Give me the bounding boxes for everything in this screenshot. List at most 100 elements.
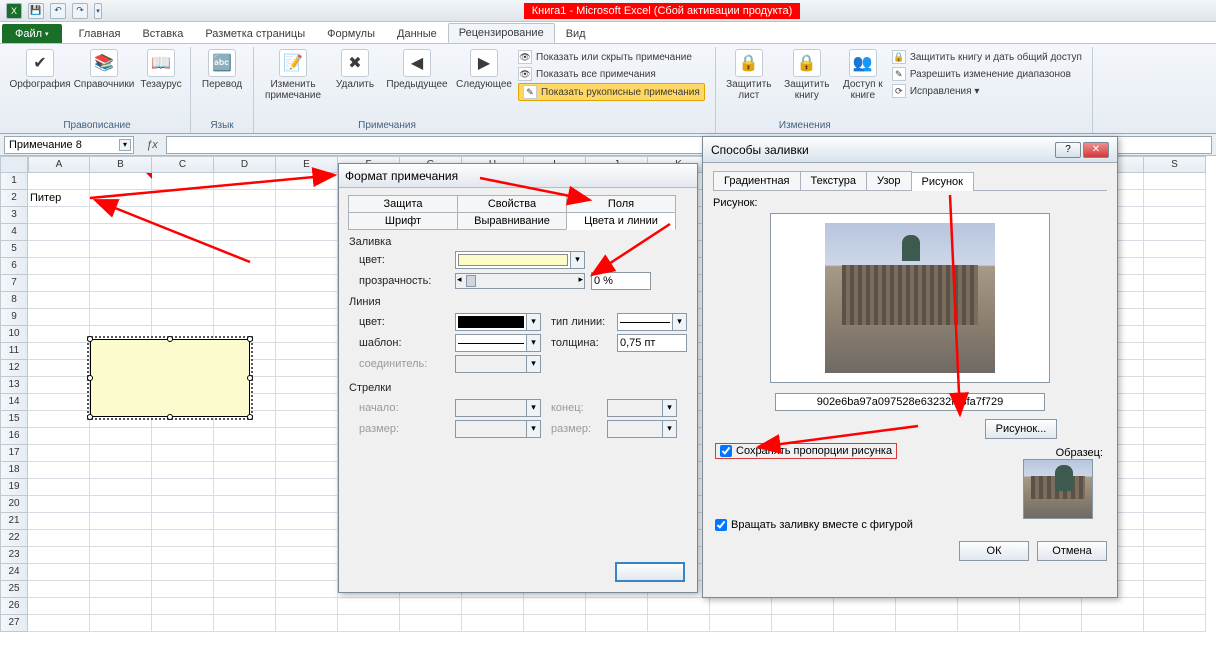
cell[interactable]	[28, 547, 90, 564]
cell[interactable]	[214, 292, 276, 309]
cell[interactable]	[90, 241, 152, 258]
tab-colors-lines[interactable]: Цвета и линии	[566, 212, 676, 230]
fill-color-combo[interactable]: ▾	[455, 251, 585, 269]
row-header[interactable]: 19	[0, 479, 28, 496]
cell[interactable]	[152, 479, 214, 496]
cell[interactable]	[214, 207, 276, 224]
cell[interactable]	[1144, 190, 1206, 207]
cell[interactable]	[28, 530, 90, 547]
cell[interactable]	[90, 224, 152, 241]
row-header[interactable]: 1	[0, 173, 28, 190]
row-header[interactable]: 16	[0, 428, 28, 445]
tab-pattern[interactable]: Узор	[866, 171, 912, 190]
row-header[interactable]: 27	[0, 615, 28, 632]
tab-file[interactable]: Файл▾	[2, 24, 62, 43]
cell[interactable]	[214, 496, 276, 513]
column-header[interactable]: S	[1144, 156, 1206, 173]
cell[interactable]	[152, 598, 214, 615]
cell[interactable]	[214, 513, 276, 530]
cell[interactable]	[276, 428, 338, 445]
cell[interactable]	[90, 547, 152, 564]
cell[interactable]	[834, 615, 896, 632]
cell[interactable]	[276, 343, 338, 360]
format-ok-button[interactable]	[615, 562, 685, 582]
cell[interactable]	[896, 615, 958, 632]
cell[interactable]	[152, 207, 214, 224]
cell[interactable]	[90, 428, 152, 445]
cell[interactable]	[152, 190, 214, 207]
weight-input[interactable]: 0,75 пт	[617, 334, 687, 352]
cell[interactable]	[276, 190, 338, 207]
namebox-dropdown[interactable]: ▾	[119, 139, 131, 151]
cell[interactable]	[90, 292, 152, 309]
close-button[interactable]: ✕	[1083, 142, 1109, 158]
save-button[interactable]: 💾	[28, 3, 44, 19]
row-header[interactable]: 14	[0, 394, 28, 411]
cell[interactable]	[214, 564, 276, 581]
cell[interactable]	[896, 598, 958, 615]
row-header[interactable]: 20	[0, 496, 28, 513]
cell[interactable]	[586, 598, 648, 615]
cell[interactable]	[648, 598, 710, 615]
cell[interactable]	[1144, 496, 1206, 513]
cell[interactable]	[90, 479, 152, 496]
row-header[interactable]: 7	[0, 275, 28, 292]
cell[interactable]	[1144, 224, 1206, 241]
thesaurus-button[interactable]: 📖Тезаурус	[138, 47, 184, 92]
cell[interactable]	[400, 615, 462, 632]
cell[interactable]	[214, 428, 276, 445]
cell[interactable]	[1144, 462, 1206, 479]
row-header[interactable]: 23	[0, 547, 28, 564]
tab-texture[interactable]: Текстура	[800, 171, 867, 190]
cell[interactable]	[28, 309, 90, 326]
cell[interactable]	[1144, 530, 1206, 547]
cell[interactable]	[276, 547, 338, 564]
transparency-slider[interactable]: ◂ ▸	[455, 273, 585, 289]
cell[interactable]	[276, 292, 338, 309]
cell[interactable]	[338, 598, 400, 615]
cell[interactable]	[28, 224, 90, 241]
edit-comment-button[interactable]: 📝Изменить примечание	[260, 47, 326, 103]
column-header[interactable]: E	[276, 156, 338, 173]
cell[interactable]	[152, 496, 214, 513]
protect-book-button[interactable]: 🔒Защитить книгу	[780, 47, 834, 103]
transparency-value[interactable]: 0 %	[591, 272, 651, 290]
cell[interactable]	[462, 598, 524, 615]
cell[interactable]	[152, 462, 214, 479]
tab-margins[interactable]: Поля	[566, 195, 676, 213]
row-header[interactable]: 9	[0, 309, 28, 326]
cell[interactable]	[28, 292, 90, 309]
cell[interactable]	[28, 428, 90, 445]
cell[interactable]	[214, 615, 276, 632]
cell[interactable]	[1144, 343, 1206, 360]
cell[interactable]	[214, 547, 276, 564]
cell[interactable]	[276, 479, 338, 496]
cell[interactable]	[276, 598, 338, 615]
cell[interactable]	[152, 564, 214, 581]
cell[interactable]	[152, 581, 214, 598]
cell[interactable]	[214, 173, 276, 190]
cell[interactable]	[276, 462, 338, 479]
tab-view[interactable]: Вид	[555, 24, 597, 43]
cell[interactable]	[276, 615, 338, 632]
cell[interactable]	[1144, 207, 1206, 224]
help-button[interactable]: ?	[1055, 142, 1081, 158]
cell[interactable]	[1144, 547, 1206, 564]
spellcheck-button[interactable]: ✔Орфография	[10, 47, 70, 92]
cell[interactable]	[28, 394, 90, 411]
cell[interactable]	[214, 445, 276, 462]
cell[interactable]	[958, 598, 1020, 615]
comment-shape[interactable]	[90, 339, 250, 417]
cell[interactable]	[1144, 377, 1206, 394]
cell[interactable]	[152, 275, 214, 292]
column-header[interactable]: D	[214, 156, 276, 173]
cell[interactable]	[1144, 173, 1206, 190]
cell[interactable]	[958, 615, 1020, 632]
tab-review[interactable]: Рецензирование	[448, 23, 555, 43]
cell[interactable]	[28, 496, 90, 513]
column-header[interactable]: A	[28, 156, 90, 173]
name-box[interactable]: Примечание 8 ▾	[4, 136, 134, 154]
cell[interactable]	[28, 411, 90, 428]
cell[interactable]	[90, 445, 152, 462]
cell[interactable]	[214, 462, 276, 479]
